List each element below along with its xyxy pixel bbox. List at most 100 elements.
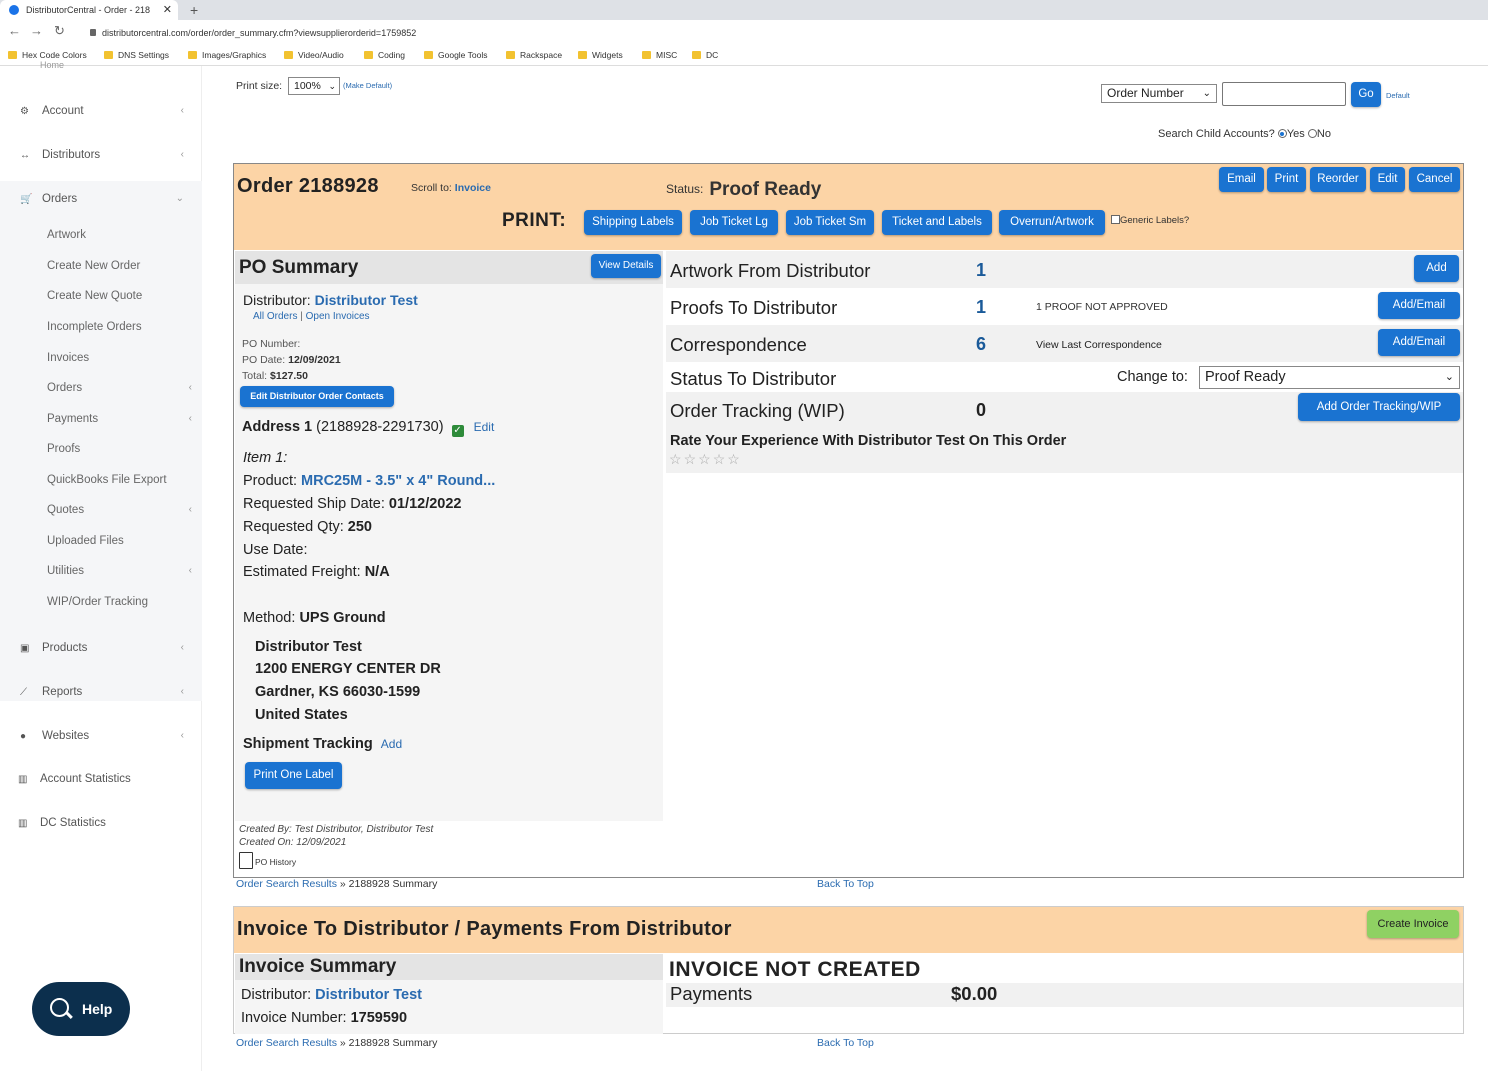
bookmark[interactable]: DNS Settings	[104, 50, 169, 60]
bookmark[interactable]: Google Tools	[424, 50, 487, 60]
ship-city: Gardner, KS 66030-1599	[255, 684, 421, 700]
po-history-link[interactable]: PO History	[239, 852, 296, 869]
print-one-label-button[interactable]: Print One Label	[245, 762, 342, 789]
ticket-and-labels-button[interactable]: Ticket and Labels	[882, 210, 992, 235]
open-invoices-link[interactable]: Open Invoices	[306, 311, 370, 322]
bookmark[interactable]: Video/Audio	[284, 50, 344, 60]
bookmark[interactable]: Rackspace	[506, 50, 562, 60]
shipping-labels-button[interactable]: Shipping Labels	[584, 210, 682, 235]
cancel-order-button[interactable]: Cancel	[1409, 167, 1460, 192]
bookmark[interactable]: MISC	[642, 50, 677, 60]
box-icon: ▣	[20, 643, 30, 654]
new-tab-icon[interactable]: +	[190, 0, 198, 20]
distributor-link[interactable]: Distributor Test	[315, 292, 418, 308]
bookmark[interactable]: Coding	[364, 50, 405, 60]
bookmark[interactable]: Hex Code Colors	[8, 50, 87, 60]
submenu-item[interactable]: Quotes ‹	[0, 495, 202, 525]
chevron-left-icon: ‹	[188, 382, 192, 393]
distributor-line: Distributor: Distributor Test	[243, 292, 418, 308]
order-search-results-link[interactable]: Order Search Results	[236, 1037, 337, 1049]
bar-chart-icon: ▥	[18, 818, 28, 829]
generic-labels-checkbox[interactable]	[1111, 215, 1120, 224]
back-to-top-link[interactable]: Back To Top	[817, 1037, 874, 1049]
yes-radio[interactable]	[1277, 129, 1287, 138]
submenu-item[interactable]: Create New Order	[0, 251, 202, 281]
sidebar-item-home-partial[interactable]: Home	[40, 60, 64, 70]
add-order-tracking-button[interactable]: Add Order Tracking/WIP	[1298, 393, 1460, 421]
add-tracking-link[interactable]: Add	[381, 737, 402, 751]
submenu-item[interactable]: Invoices	[0, 343, 202, 373]
artwork-count[interactable]: 1	[976, 260, 986, 281]
default-link[interactable]: Default	[1386, 91, 1410, 100]
submenu-item[interactable]: Create New Quote	[0, 281, 202, 311]
print-button[interactable]: Print	[1267, 167, 1306, 192]
sidebar-item-orders[interactable]: 🛒 Orders ⌄	[0, 179, 202, 219]
edit-order-button[interactable]: Edit	[1370, 167, 1405, 192]
payments-value: $0.00	[951, 983, 998, 1004]
rating-stars[interactable]: ☆ ☆ ☆ ☆ ☆	[669, 451, 742, 468]
add-email-proof-button[interactable]: Add/Email	[1378, 292, 1460, 319]
go-button[interactable]: Go	[1351, 82, 1381, 107]
back-to-top-link[interactable]: Back To Top	[817, 878, 874, 890]
sidebar-item-account[interactable]: ⚙ Account ‹	[0, 91, 202, 131]
correspondence-count[interactable]: 6	[976, 334, 986, 355]
folder-icon	[506, 51, 515, 59]
sidebar-item-distributors[interactable]: ↔ Distributors ‹	[0, 135, 202, 175]
back-icon[interactable]: ←	[8, 23, 21, 38]
sidebar-item-account-statistics[interactable]: ▥ Account Statistics	[0, 759, 202, 799]
submenu-item[interactable]: WIP/Order Tracking	[0, 587, 202, 617]
browser-tab[interactable]: DistributorCentral - Order - 218 ✕	[0, 0, 178, 20]
edit-distributor-order-contacts-button[interactable]: Edit Distributor Order Contacts	[240, 386, 394, 407]
print-size-select[interactable]: 100% ⌄	[288, 77, 340, 95]
reload-icon[interactable]: ↻	[54, 23, 65, 39]
job-ticket-lg-button[interactable]: Job Ticket Lg	[690, 210, 778, 235]
all-orders-link[interactable]: All Orders	[253, 311, 297, 322]
submenu-item[interactable]: Uploaded Files	[0, 526, 202, 556]
ship-name: Distributor Test	[255, 639, 362, 655]
bookmark[interactable]: Images/Graphics	[188, 50, 266, 60]
job-ticket-sm-button[interactable]: Job Ticket Sm	[786, 210, 874, 235]
submenu-item[interactable]: Utilities ‹	[0, 556, 202, 586]
view-last-correspondence-link[interactable]: View Last Correspondence	[1036, 339, 1162, 351]
chevron-down-icon: ⌄	[328, 81, 336, 91]
add-email-correspondence-button[interactable]: Add/Email	[1378, 329, 1460, 356]
invoice-distributor-link[interactable]: Distributor Test	[315, 987, 422, 1003]
email-button[interactable]: Email	[1219, 167, 1264, 192]
submenu-item[interactable]: Orders ‹	[0, 373, 202, 403]
create-invoice-button[interactable]: Create Invoice	[1367, 910, 1459, 938]
payments-row: Payments $0.00	[666, 983, 1463, 1007]
url-field[interactable]: distributorcentral.com/order/order_summa…	[90, 24, 416, 42]
reorder-button[interactable]: Reorder	[1310, 167, 1366, 192]
product-link[interactable]: MRC25M - 3.5" x 4" Round...	[301, 473, 495, 489]
close-tab-icon[interactable]: ✕	[163, 0, 172, 20]
view-details-button[interactable]: View Details	[591, 254, 661, 278]
order-search-results-link[interactable]: Order Search Results	[236, 878, 337, 890]
submenu-item[interactable]: QuickBooks File Export	[0, 465, 202, 495]
submenu-item[interactable]: Incomplete Orders	[0, 312, 202, 342]
help-button[interactable]: Help	[32, 982, 130, 1036]
search-type-select[interactable]: Order Number ⌄	[1101, 84, 1217, 103]
scroll-to-invoice-link[interactable]: Invoice	[455, 182, 491, 194]
search-input[interactable]	[1222, 82, 1346, 106]
submenu-item[interactable]: Artwork	[0, 220, 202, 250]
item-label: Item 1:	[243, 450, 288, 466]
add-artwork-button[interactable]: Add	[1414, 255, 1459, 282]
no-radio[interactable]	[1307, 129, 1317, 138]
submenu-item[interactable]: Payments ‹	[0, 404, 202, 434]
edit-address-link[interactable]: Edit	[474, 420, 495, 434]
proofs-count[interactable]: 1	[976, 297, 986, 318]
status-select[interactable]: Proof Ready ⌄	[1199, 366, 1460, 389]
sidebar-item-products[interactable]: ▣ Products ‹	[0, 628, 202, 668]
sidebar-item-dc-statistics[interactable]: ▥ DC Statistics	[0, 803, 202, 843]
chevron-left-icon: ‹	[180, 105, 184, 116]
folder-icon	[424, 51, 433, 59]
sidebar-item-reports[interactable]: ⟋ Reports ‹	[0, 672, 202, 712]
sidebar-item-websites[interactable]: ● Websites ‹	[0, 716, 202, 756]
bookmark[interactable]: DC	[692, 50, 718, 60]
forward-icon[interactable]: →	[30, 23, 43, 38]
tab-title: DistributorCentral - Order - 218	[26, 5, 151, 15]
submenu-item[interactable]: Proofs	[0, 434, 202, 464]
make-default-link[interactable]: (Make Default)	[343, 81, 392, 90]
overrun-artwork-button[interactable]: Overrun/Artwork	[999, 210, 1105, 235]
bookmark[interactable]: Widgets	[578, 50, 623, 60]
